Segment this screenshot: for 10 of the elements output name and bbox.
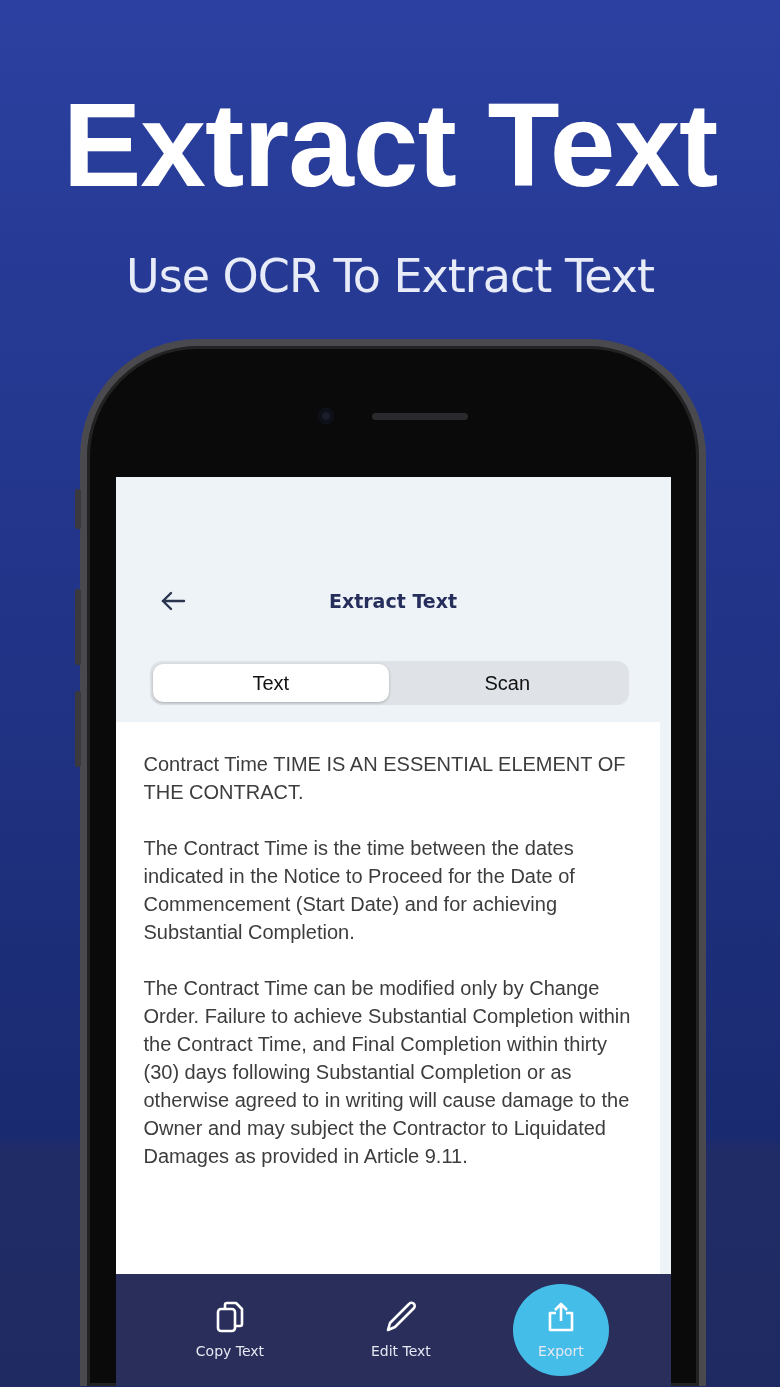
paragraph: The Contract Time can be modified only by Change Order. Failure to achieve Substantial Completion within the Contract Time, and Final Completion within thirty (30) days following Substantial Completion or as otherwise agreed to in writing will cause damage to the Owner and may subject the Contractor to Liquidated Damages as provided in Article 9.11. (143, 976, 632, 1169)
tab[interactable]: Text (152, 664, 389, 702)
copy-button[interactable]: Copy Text (175, 1301, 285, 1359)
headline: Extract Text (62, 82, 718, 208)
paragraph: Contract Time TIME IS AN ESSENTIAL ELEMENT OF THE CONTRACT. (143, 752, 627, 805)
edit-button[interactable]: Edit Text (346, 1301, 456, 1359)
paragraph: The Contract Time is the time between the dates indicated in the Notice to Proceed for the Date of Commencement (Start Date) and for achieving Substantial Completion. (143, 836, 576, 945)
screen-title: Extract Text (327, 590, 459, 612)
tab[interactable]: Scan (389, 664, 626, 702)
subtitle: Use OCR To Extract Text (126, 248, 654, 304)
